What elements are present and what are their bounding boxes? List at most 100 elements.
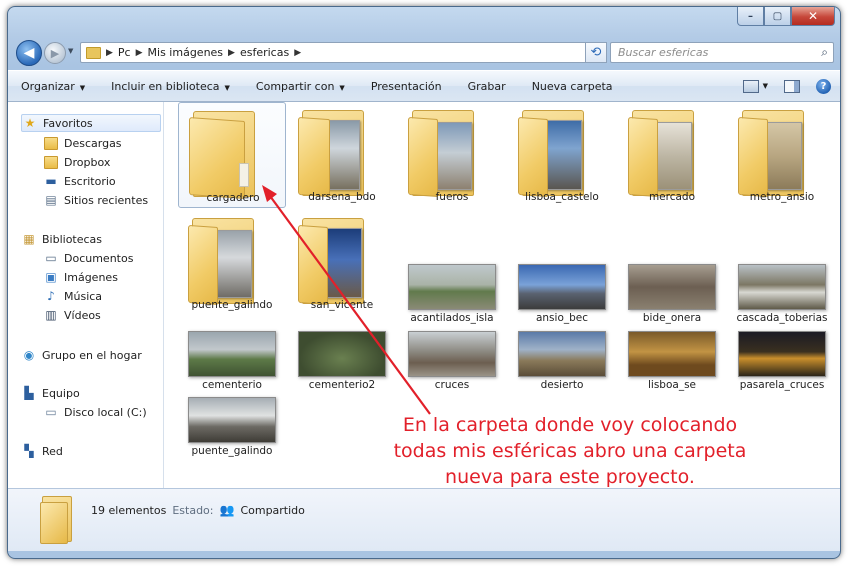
sidebar-item-descargas[interactable]: Descargas	[43, 134, 122, 152]
folder-icon	[189, 111, 267, 199]
folder-mercado[interactable]: mercado	[618, 102, 726, 208]
breadcrumb-pc[interactable]: Pc	[118, 46, 131, 59]
slideshow-button[interactable]: Presentación	[358, 80, 455, 93]
sidebar-item-videos[interactable]: ▥ Vídeos	[43, 306, 101, 324]
breadcrumb-mis-imagenes[interactable]: Mis imágenes	[148, 46, 224, 59]
sidebar-item-escritorio[interactable]: ▬ Escritorio	[43, 172, 115, 190]
search-icon[interactable]: ⌕	[821, 45, 828, 60]
annotation-line: nueva para este proyecto.	[445, 466, 695, 488]
sidebar-item-sitios-recientes[interactable]: ▤ Sitios recientes	[43, 191, 148, 209]
sidebar-item-dropbox[interactable]: Dropbox	[43, 153, 110, 171]
network-icon: ▚	[24, 444, 34, 458]
folder-cargadero[interactable]: cargadero	[178, 102, 286, 208]
videos-icon: ▥	[45, 308, 57, 322]
help-icon[interactable]: ?	[816, 78, 831, 94]
share-with-label: Compartir con	[255, 79, 335, 93]
search-placeholder: Buscar esfericas	[618, 46, 709, 59]
image-thumbnail	[408, 331, 496, 377]
refresh-button[interactable]: ⟲	[585, 42, 607, 63]
image-thumbnail	[628, 264, 716, 310]
sidebar-item-homegroup[interactable]: ◉ Grupo en el hogar	[21, 346, 142, 364]
sidebar-item-imagenes[interactable]: ▣ Imágenes	[43, 268, 118, 286]
folder-icon	[43, 155, 59, 169]
downloads-folder-icon	[43, 136, 59, 150]
breadcrumb-esfericas[interactable]: esfericas	[240, 46, 289, 59]
file-name: metro_ansio	[749, 191, 815, 203]
chevron-right-icon[interactable]: ▶	[106, 48, 113, 58]
folder-metro-ansio[interactable]: metro_ansio	[728, 102, 836, 208]
sidebar-item-disco-local[interactable]: ▭ Disco local (C:)	[43, 403, 147, 421]
include-in-library-label: Incluir en biblioteca	[111, 79, 220, 93]
file-name: puente_galindo	[191, 299, 273, 311]
folder-icon	[40, 496, 76, 544]
file-name: darsena_bdo	[308, 191, 376, 203]
command-bar: Organizar ▼ Incluir en biblioteca ▼ Compar…	[8, 70, 840, 102]
file-name: bide_onera	[642, 312, 702, 324]
folder-icon	[188, 218, 266, 306]
address-bar[interactable]: ▶ Pc ▶ Mis imágenes ▶ esfericas ▶ ▼	[80, 42, 605, 63]
file-name: desierto	[540, 379, 584, 391]
chevron-right-icon[interactable]: ▶	[228, 48, 235, 58]
image-thumbnail	[298, 331, 386, 377]
file-name: puente_galindo	[191, 445, 273, 457]
folder-icon	[628, 110, 706, 198]
sidebar-item-label: Música	[64, 289, 103, 303]
preview-pane-icon[interactable]	[784, 79, 800, 93]
file-name: cargadero	[206, 192, 260, 204]
sidebar-item-label: Documentos	[64, 251, 134, 265]
close-button[interactable]: ✕	[791, 7, 835, 26]
chevron-down-icon[interactable]: ▼	[763, 82, 768, 90]
file-name: acantilados_isla	[410, 312, 494, 324]
folder-darsena-bdo[interactable]: darsena_bdo	[288, 102, 396, 208]
burn-button[interactable]: Grabar	[455, 80, 519, 93]
change-view-icon[interactable]	[742, 79, 759, 93]
state-label: Estado:	[172, 503, 214, 517]
maximize-button[interactable]: ▢	[764, 7, 791, 26]
folder-icon	[86, 46, 101, 59]
sidebar-item-network[interactable]: ▚ Red	[21, 442, 63, 460]
folder-icon	[738, 110, 816, 198]
search-input[interactable]: Buscar esfericas ⌕	[610, 42, 834, 63]
back-button[interactable]: ◀	[16, 40, 42, 66]
chevron-right-icon[interactable]: ▶	[294, 48, 301, 58]
file-name: cascada_toberias	[736, 312, 828, 324]
sidebar-item-label: Grupo en el hogar	[42, 348, 142, 362]
navigation-pane[interactable]: ★ Favoritos Descargas Dropbox ▬ Escritor…	[8, 102, 164, 488]
chevron-right-icon[interactable]: ▶	[136, 48, 143, 58]
shared-users-icon: 👥	[219, 503, 235, 517]
sidebar-item-label: Red	[42, 444, 63, 458]
sidebar-item-libraries[interactable]: ▦ Bibliotecas	[21, 230, 102, 248]
sidebar-item-label: Vídeos	[64, 308, 101, 322]
sidebar-item-favorites[interactable]: ★ Favoritos	[21, 114, 161, 132]
recent-pages-dropdown[interactable]: ▼	[68, 47, 73, 55]
new-folder-button[interactable]: Nueva carpeta	[519, 80, 626, 93]
sidebar-item-label: Disco local (C:)	[64, 405, 147, 419]
organize-label: Organizar	[21, 79, 75, 93]
file-name: lisboa_se	[647, 379, 696, 391]
chevron-down-icon: ▼	[339, 83, 345, 92]
include-in-library-button[interactable]: Incluir en biblioteca ▼	[98, 80, 243, 93]
sidebar-item-label: Equipo	[42, 386, 80, 400]
image-thumbnail	[738, 264, 826, 310]
documents-icon: ▭	[45, 251, 57, 265]
forward-button[interactable]: ▶	[44, 42, 66, 64]
details-text: 19 elementos Estado: 👥 Compartido	[91, 503, 305, 517]
folder-fueros[interactable]: fueros	[398, 102, 506, 208]
sidebar-item-label: Bibliotecas	[42, 232, 103, 246]
image-thumbnail	[408, 264, 496, 310]
folder-puente-galindo[interactable]: puente_galindo	[178, 212, 286, 318]
minimize-button[interactable]: –	[737, 7, 764, 26]
folder-icon	[298, 110, 376, 198]
file-name: cementerio	[202, 379, 262, 391]
folder-lisboa-castelo[interactable]: lisboa_castelo	[508, 102, 616, 208]
organize-button[interactable]: Organizar ▼	[8, 80, 98, 93]
share-with-button[interactable]: Compartir con ▼	[243, 80, 358, 93]
sidebar-item-documentos[interactable]: ▭ Documentos	[43, 249, 133, 267]
desktop-icon: ▬	[45, 174, 57, 188]
sidebar-item-computer[interactable]: ▙ Equipo	[21, 384, 80, 402]
image-thumbnail	[628, 331, 716, 377]
file-name: pasarela_cruces	[739, 379, 825, 391]
homegroup-icon: ◉	[23, 348, 35, 362]
sidebar-item-musica[interactable]: ♪ Música	[43, 287, 102, 305]
folder-san-vicente[interactable]: san_vicente	[288, 212, 396, 318]
